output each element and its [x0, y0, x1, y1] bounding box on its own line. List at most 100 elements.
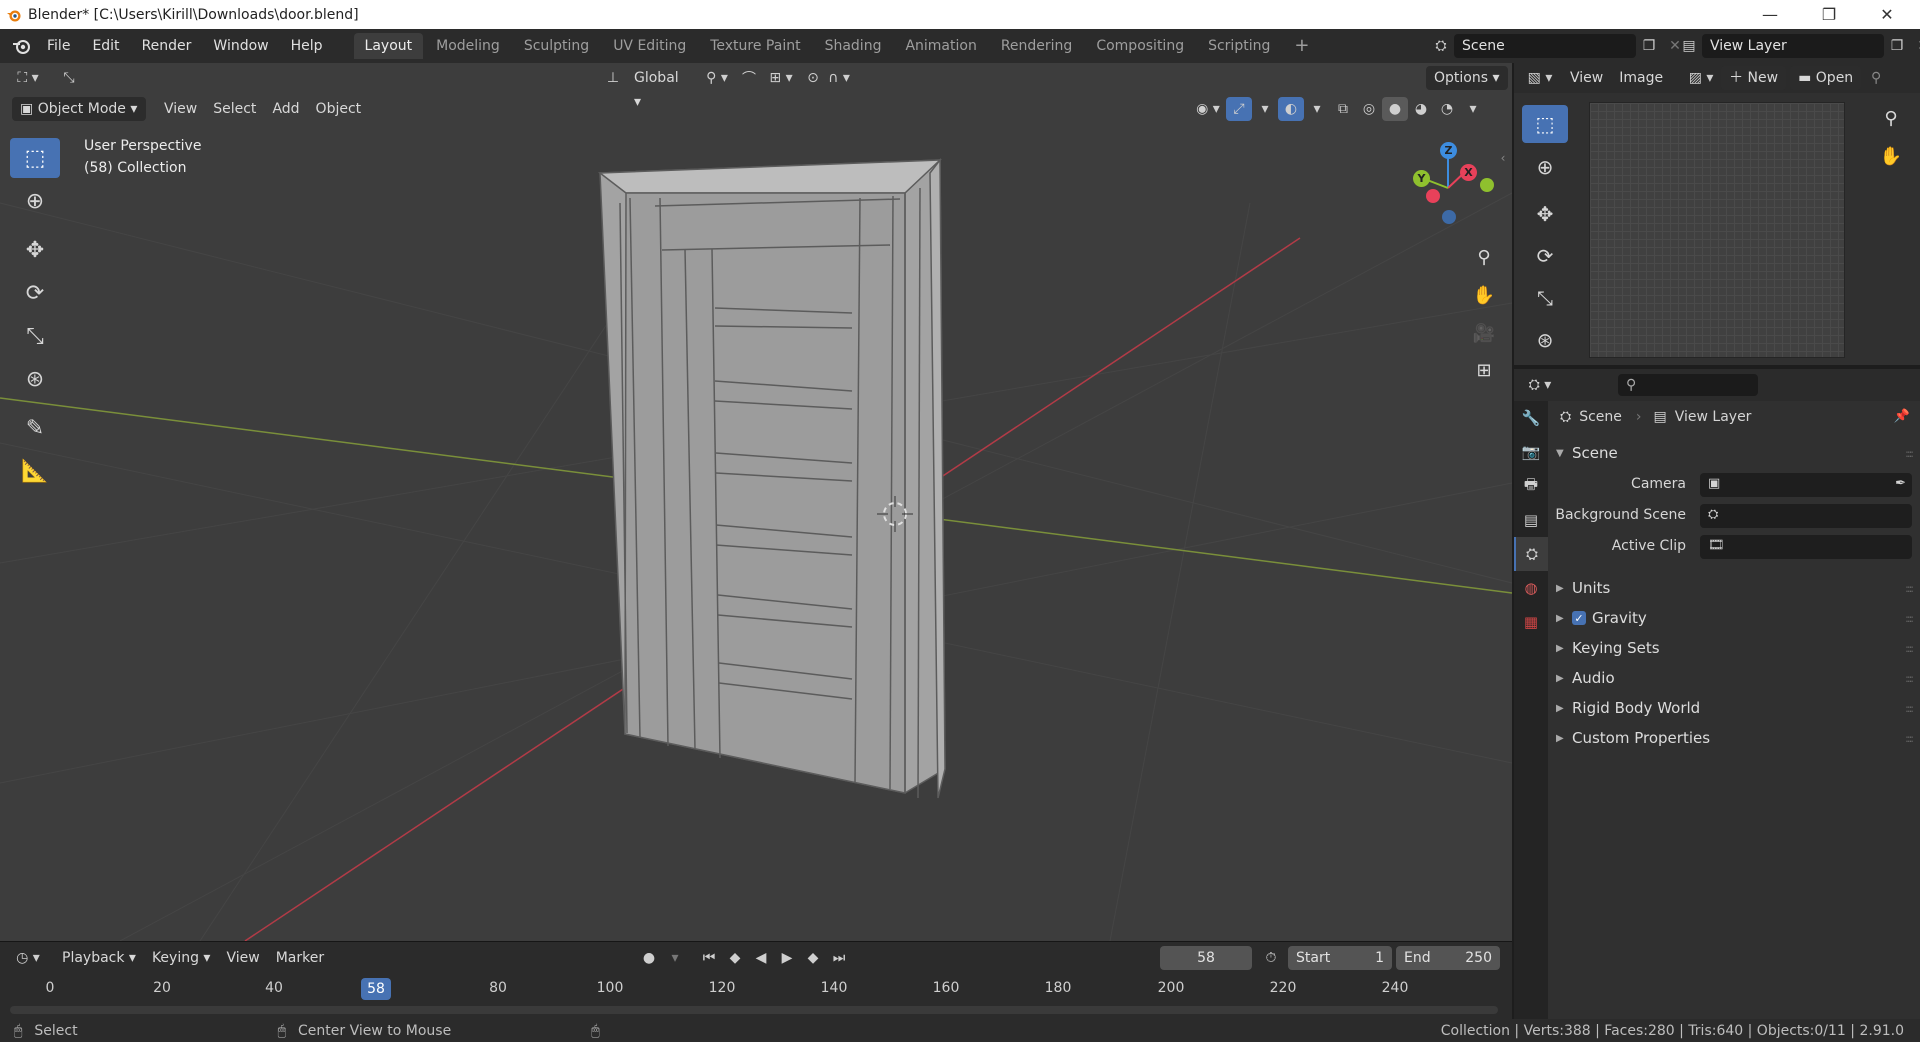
cursor-tool[interactable]: ⊕	[10, 181, 60, 221]
tab-compositing[interactable]: Compositing	[1085, 33, 1195, 59]
playback-menu[interactable]: Playback ▾	[54, 946, 144, 970]
tab-sculpting[interactable]: Sculpting	[513, 33, 600, 59]
tab-uv-editing[interactable]: UV Editing	[602, 33, 697, 59]
pivot-point-icon[interactable]: ⚲ ▾	[698, 66, 736, 90]
mode-dropdown[interactable]: ▣ Object Mode ▾	[12, 97, 146, 121]
menu-edit[interactable]: Edit	[81, 29, 130, 63]
panel-grip-icon[interactable]: ::::	[1905, 702, 1914, 715]
jump-start-icon[interactable]: ⏮	[696, 946, 722, 970]
menu-render[interactable]: Render	[131, 29, 203, 63]
record-dropdown-icon[interactable]: ▾	[662, 946, 688, 970]
active-clip-field[interactable]: 🎞	[1700, 535, 1912, 559]
image-menu-view[interactable]: View	[1562, 66, 1611, 90]
image-editor-type-icon[interactable]: ▧ ▾	[1522, 66, 1558, 90]
tool-tab-icon[interactable]: 🔧	[1514, 401, 1548, 435]
gizmo-neg-y-axis[interactable]	[1480, 178, 1494, 192]
overlays-toggle-icon[interactable]: ◐	[1278, 97, 1304, 121]
xray-icon[interactable]: ⧉	[1330, 97, 1356, 121]
falloff-icon[interactable]: ∩ ▾	[826, 66, 852, 90]
tab-shading[interactable]: Shading	[814, 33, 893, 59]
units-panel[interactable]: ▶ Units ::::	[1556, 576, 1914, 600]
keying-menu[interactable]: Keying ▾	[144, 946, 219, 970]
overlays-dropdown-icon[interactable]: ▾	[1304, 97, 1330, 121]
rotate-tool[interactable]: ⟳	[10, 273, 60, 313]
view-layer-selector[interactable]: View Layer	[1702, 34, 1884, 58]
proportional-edit-icon[interactable]: ⊙	[800, 66, 826, 90]
view-layer-tab-icon[interactable]: ▤	[1514, 503, 1548, 537]
menu-view[interactable]: View	[156, 97, 205, 121]
start-frame-field[interactable]: Start 1	[1288, 946, 1392, 970]
gizmo-x-axis[interactable]: X	[1460, 164, 1477, 181]
output-tab-icon[interactable]: 🖶	[1514, 469, 1548, 503]
select-box-tool[interactable]: ⬚	[10, 138, 60, 178]
audio-panel[interactable]: ▶ Audio ::::	[1556, 666, 1914, 690]
gravity-checkbox[interactable]: ✓	[1572, 611, 1586, 625]
gizmo-toggle-icon[interactable]: ⤢	[1226, 97, 1252, 121]
add-workspace-button[interactable]: +	[1283, 33, 1320, 59]
play-reverse-icon[interactable]: ◀	[748, 946, 774, 970]
panel-grip-icon[interactable]: ::::	[1905, 582, 1914, 595]
eyedropper-icon[interactable]: ✒	[1895, 476, 1906, 491]
image-select-tool[interactable]: ⬚	[1522, 105, 1568, 143]
copy-view-layer-icon[interactable]: ❐	[1884, 34, 1910, 58]
image-scale-tool[interactable]: ⤡	[1522, 279, 1568, 317]
image-zoom-icon[interactable]: ⚲	[1876, 103, 1906, 133]
tab-modeling[interactable]: Modeling	[425, 33, 511, 59]
wireframe-shading-icon[interactable]: ◎	[1356, 97, 1382, 121]
panel-grip-icon[interactable]: ::::	[1905, 732, 1914, 745]
image-menu-image[interactable]: Image	[1611, 66, 1671, 90]
transform-orientation-dropdown[interactable]: Global ▾	[626, 66, 698, 110]
scene-icon[interactable]: ⛭	[1428, 34, 1454, 58]
rigid-body-world-panel[interactable]: ▶ Rigid Body World ::::	[1556, 696, 1914, 720]
transform-tool-icon[interactable]: ⤡	[56, 66, 82, 90]
transform-tool[interactable]: ⊛	[10, 359, 60, 399]
current-frame-field[interactable]: 58	[1160, 946, 1252, 970]
visibility-icon[interactable]: ◉ ▾	[1190, 97, 1226, 121]
timeline-scrollbar[interactable]	[10, 1006, 1498, 1014]
play-icon[interactable]: ▶	[774, 946, 800, 970]
minimize-button[interactable]: —	[1741, 0, 1799, 29]
menu-help[interactable]: Help	[280, 29, 334, 63]
properties-pin-icon[interactable]: 📌	[1894, 409, 1910, 424]
jump-end-icon[interactable]: ⏭	[826, 946, 852, 970]
menu-add[interactable]: Add	[264, 97, 307, 121]
image-browse-icon[interactable]: ▨ ▾	[1683, 66, 1719, 90]
image-transform-tool[interactable]: ⊛	[1522, 321, 1568, 359]
snap-icon[interactable]: ⌒	[736, 66, 762, 90]
measure-tool[interactable]: 📐	[10, 451, 60, 491]
snap-target-icon[interactable]: ⊞ ▾	[762, 66, 800, 90]
solid-shading-icon[interactable]: ●	[1382, 97, 1408, 121]
image-pan-icon[interactable]: ✋	[1876, 141, 1906, 171]
blender-menu-icon[interactable]	[12, 36, 32, 56]
perspective-toggle-icon[interactable]: ⊞	[1469, 355, 1499, 385]
next-keyframe-icon[interactable]: ◆	[800, 946, 826, 970]
frame-ruler[interactable]: 0 20 40 80 100 120 140 160 180 200 220 2…	[0, 974, 1512, 1004]
scale-tool[interactable]: ⤡	[10, 316, 60, 356]
stopwatch-icon[interactable]: ⏱	[1258, 946, 1284, 970]
render-tab-icon[interactable]: 📷	[1514, 435, 1548, 469]
panel-grip-icon[interactable]: ::::	[1905, 612, 1914, 625]
scene-panel-header[interactable]: ▼ Scene ::::	[1556, 441, 1914, 465]
pan-hand-icon[interactable]: ✋	[1469, 280, 1499, 310]
tab-layout[interactable]: Layout	[353, 33, 424, 59]
gravity-panel[interactable]: ▶ ✓ Gravity ::::	[1556, 606, 1914, 630]
tab-rendering[interactable]: Rendering	[990, 33, 1084, 59]
gizmo-neg-x-axis[interactable]	[1426, 189, 1440, 203]
sidebar-toggle-icon[interactable]: ‹	[1495, 143, 1511, 173]
menu-file[interactable]: File	[36, 29, 81, 63]
panel-grip-icon[interactable]: ::::	[1905, 447, 1914, 460]
copy-scene-icon[interactable]: ❐	[1636, 34, 1662, 58]
tab-scripting[interactable]: Scripting	[1197, 33, 1281, 59]
end-frame-field[interactable]: End 250	[1396, 946, 1500, 970]
record-icon[interactable]: ●	[636, 946, 662, 970]
playhead-frame-indicator[interactable]: 58	[361, 978, 391, 1000]
tab-animation[interactable]: Animation	[894, 33, 987, 59]
timeline-editor-type-icon[interactable]: ◷ ▾	[10, 946, 46, 970]
restore-button[interactable]: ❐	[1800, 0, 1858, 29]
custom-properties-panel[interactable]: ▶ Custom Properties ::::	[1556, 726, 1914, 750]
scene-selector[interactable]: Scene	[1454, 34, 1636, 58]
remove-view-layer-icon[interactable]: ✕	[1910, 34, 1920, 58]
panel-grip-icon[interactable]: ::::	[1905, 672, 1914, 685]
annotate-tool[interactable]: ✎	[10, 408, 60, 448]
3d-viewport[interactable]: ⛶ ▾ ⤡ ⊥ Global ▾ ⚲ ▾ ⌒ ⊞ ▾ ⊙ ∩ ▾ Options…	[0, 63, 1512, 941]
